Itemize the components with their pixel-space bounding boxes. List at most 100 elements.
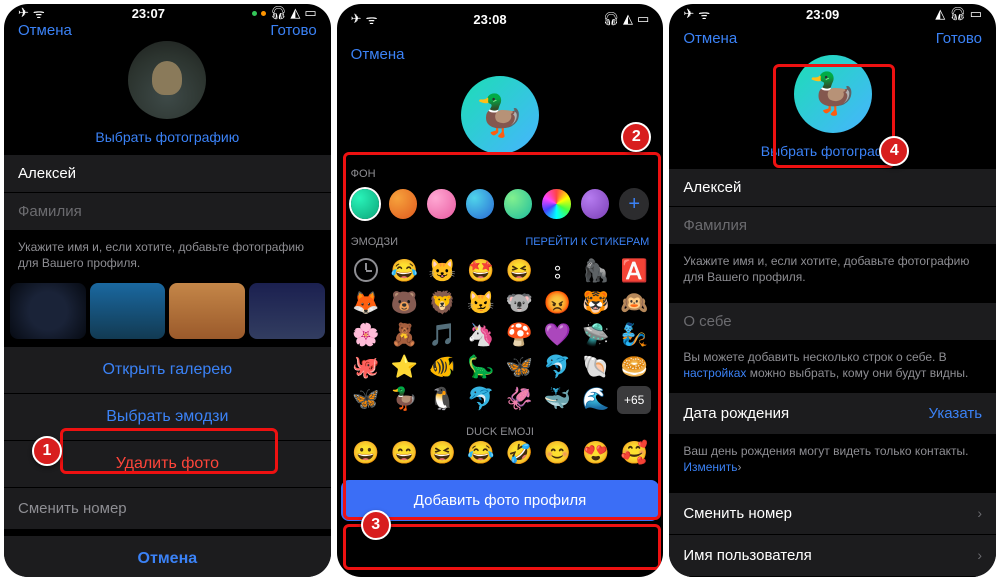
emoji[interactable]: 🎵: [425, 322, 459, 348]
done-button[interactable]: Готово: [270, 22, 316, 39]
emoji[interactable]: 🦊: [349, 290, 383, 316]
chevron-right-icon: ›: [977, 505, 982, 521]
emoji[interactable]: 🥰: [617, 440, 651, 466]
first-name-field[interactable]: Алексей: [669, 169, 996, 207]
birthday-row[interactable]: Дата рождения Указать: [669, 393, 996, 435]
emoji[interactable]: 🦑: [502, 386, 536, 414]
emoji[interactable]: 😆: [502, 258, 536, 284]
avatar[interactable]: 🦆: [461, 76, 539, 154]
thumbnail[interactable]: [249, 283, 325, 339]
status-bar: ✈︎ᯤ 23:09 ◭🎧︎▭: [669, 4, 996, 25]
emoji[interactable]: 🐻: [387, 290, 421, 316]
open-gallery-button[interactable]: Открыть галерею: [4, 347, 331, 393]
change-number-row[interactable]: Сменить номер ›: [669, 493, 996, 535]
emoji[interactable]: 😺: [425, 258, 459, 284]
about-field[interactable]: О себе: [669, 303, 996, 341]
emoji[interactable]: 🐙: [349, 354, 383, 380]
emoji[interactable]: 🤣: [502, 440, 536, 466]
emoji[interactable]: 🙉: [617, 290, 651, 316]
headphones-icon: 🎧︎: [270, 5, 287, 21]
avatar[interactable]: [128, 41, 206, 119]
emoji[interactable]: 🐬: [540, 354, 574, 380]
choose-emoji-button[interactable]: Выбрать эмодзи: [4, 394, 331, 440]
cancel-button[interactable]: Отмена: [351, 46, 405, 63]
emoji[interactable]: 🛸: [579, 322, 613, 348]
emoji[interactable]: 🦋: [502, 354, 536, 380]
emoji[interactable]: 😀: [349, 440, 383, 466]
emoji[interactable]: 🧞: [617, 322, 651, 348]
emoji[interactable]: 🦕: [464, 354, 498, 380]
background-section-label: ФОН: [337, 160, 664, 186]
emoji[interactable]: 🐬: [464, 386, 498, 414]
emoji[interactable]: 💜: [540, 322, 574, 348]
emoji[interactable]: 🐧: [425, 386, 459, 414]
emoji[interactable]: 😡: [540, 290, 574, 316]
birthday-set-button[interactable]: Указать: [929, 405, 983, 422]
swatch[interactable]: [389, 189, 417, 219]
swatch[interactable]: [542, 189, 570, 219]
thumbnail[interactable]: [169, 283, 245, 339]
emoji[interactable]: 🌊: [579, 386, 613, 414]
emoji[interactable]: 🐯: [579, 290, 613, 316]
done-button[interactable]: Готово: [936, 30, 982, 47]
recent-icon[interactable]: [349, 258, 383, 284]
more-emoji-button[interactable]: +65: [617, 386, 651, 414]
emoji[interactable]: 🌸: [349, 322, 383, 348]
first-name-field[interactable]: Алексей: [4, 155, 331, 193]
swatch[interactable]: [504, 189, 532, 219]
thumbnail[interactable]: [10, 283, 86, 339]
emoji[interactable]: 🅰️: [617, 258, 651, 284]
emoji[interactable]: 🧸: [387, 322, 421, 348]
cancel-button[interactable]: Отмена: [18, 22, 72, 39]
emoji[interactable]: 🦄: [464, 322, 498, 348]
screen-3: ✈︎ᯤ 23:09 ◭🎧︎▭ Отмена Готово 🦆 Выбрать ф…: [669, 4, 996, 577]
battery-icon: ▭: [970, 6, 982, 22]
choose-photo-button[interactable]: Выбрать фотографию: [4, 125, 331, 155]
emoji[interactable]: ⭐: [387, 354, 421, 380]
emoji[interactable]: 🍄: [502, 322, 536, 348]
avatar[interactable]: 🦆: [794, 55, 872, 133]
add-profile-photo-button[interactable]: Добавить фото профиля: [341, 480, 660, 521]
go-to-stickers-button[interactable]: ПЕРЕЙТИ К СТИКЕРАМ: [525, 236, 649, 248]
emoji[interactable]: 🥯: [617, 354, 651, 380]
add-swatch-button[interactable]: +: [619, 188, 649, 220]
birthday-change-link[interactable]: Изменить: [683, 460, 737, 474]
profile-hint: Укажите имя и, если хотите, добавьте фот…: [669, 245, 996, 297]
emoji[interactable]: ⦂: [540, 258, 574, 284]
status-time: 23:09: [806, 7, 839, 22]
cancel-button[interactable]: Отмена: [683, 30, 737, 47]
emoji[interactable]: 🐚: [579, 354, 613, 380]
settings-link[interactable]: настройках: [683, 366, 746, 380]
emoji[interactable]: 🐳: [540, 386, 574, 414]
emoji[interactable]: 😂: [464, 440, 498, 466]
swatch[interactable]: [581, 189, 609, 219]
sheet-cancel-button[interactable]: Отмена: [4, 536, 331, 577]
emoji[interactable]: 🦍: [579, 258, 613, 284]
swatch[interactable]: [427, 189, 455, 219]
thumbnail[interactable]: [90, 283, 166, 339]
airplane-icon: ✈︎: [351, 11, 362, 27]
emoji[interactable]: 😆: [425, 440, 459, 466]
swatch[interactable]: [466, 189, 494, 219]
last-name-field[interactable]: Фамилия: [4, 193, 331, 231]
emoji[interactable]: 🤩: [464, 258, 498, 284]
emoji-section-label: ЭМОДЗИ: [351, 236, 398, 248]
emoji[interactable]: 😂: [387, 258, 421, 284]
emoji[interactable]: 🦆: [387, 386, 421, 414]
last-name-field[interactable]: Фамилия: [669, 207, 996, 245]
background-swatches: +: [337, 186, 664, 228]
emoji[interactable]: 😍: [579, 440, 613, 466]
emoji-grid-duck: 😀 😄 😆 😂 🤣 😊 😍 🥰: [337, 440, 664, 472]
emoji[interactable]: 😄: [387, 440, 421, 466]
emoji[interactable]: 😼: [464, 290, 498, 316]
emoji[interactable]: 😊: [540, 440, 574, 466]
username-row[interactable]: Имя пользователя ›: [669, 535, 996, 577]
swatch[interactable]: [351, 189, 379, 219]
emoji[interactable]: 🦋: [349, 386, 383, 414]
status-bar: ✈︎ ᯤ 23:07 🎧︎ ◭ ▭: [4, 4, 331, 22]
emoji[interactable]: 🦁: [425, 290, 459, 316]
emoji[interactable]: 🐠: [425, 354, 459, 380]
choose-photo-button[interactable]: Выбрать фотографию: [669, 139, 996, 169]
emoji[interactable]: 🐨: [502, 290, 536, 316]
status-bar: ✈︎ᯤ 23:08 🎧︎◭▭: [337, 4, 664, 34]
